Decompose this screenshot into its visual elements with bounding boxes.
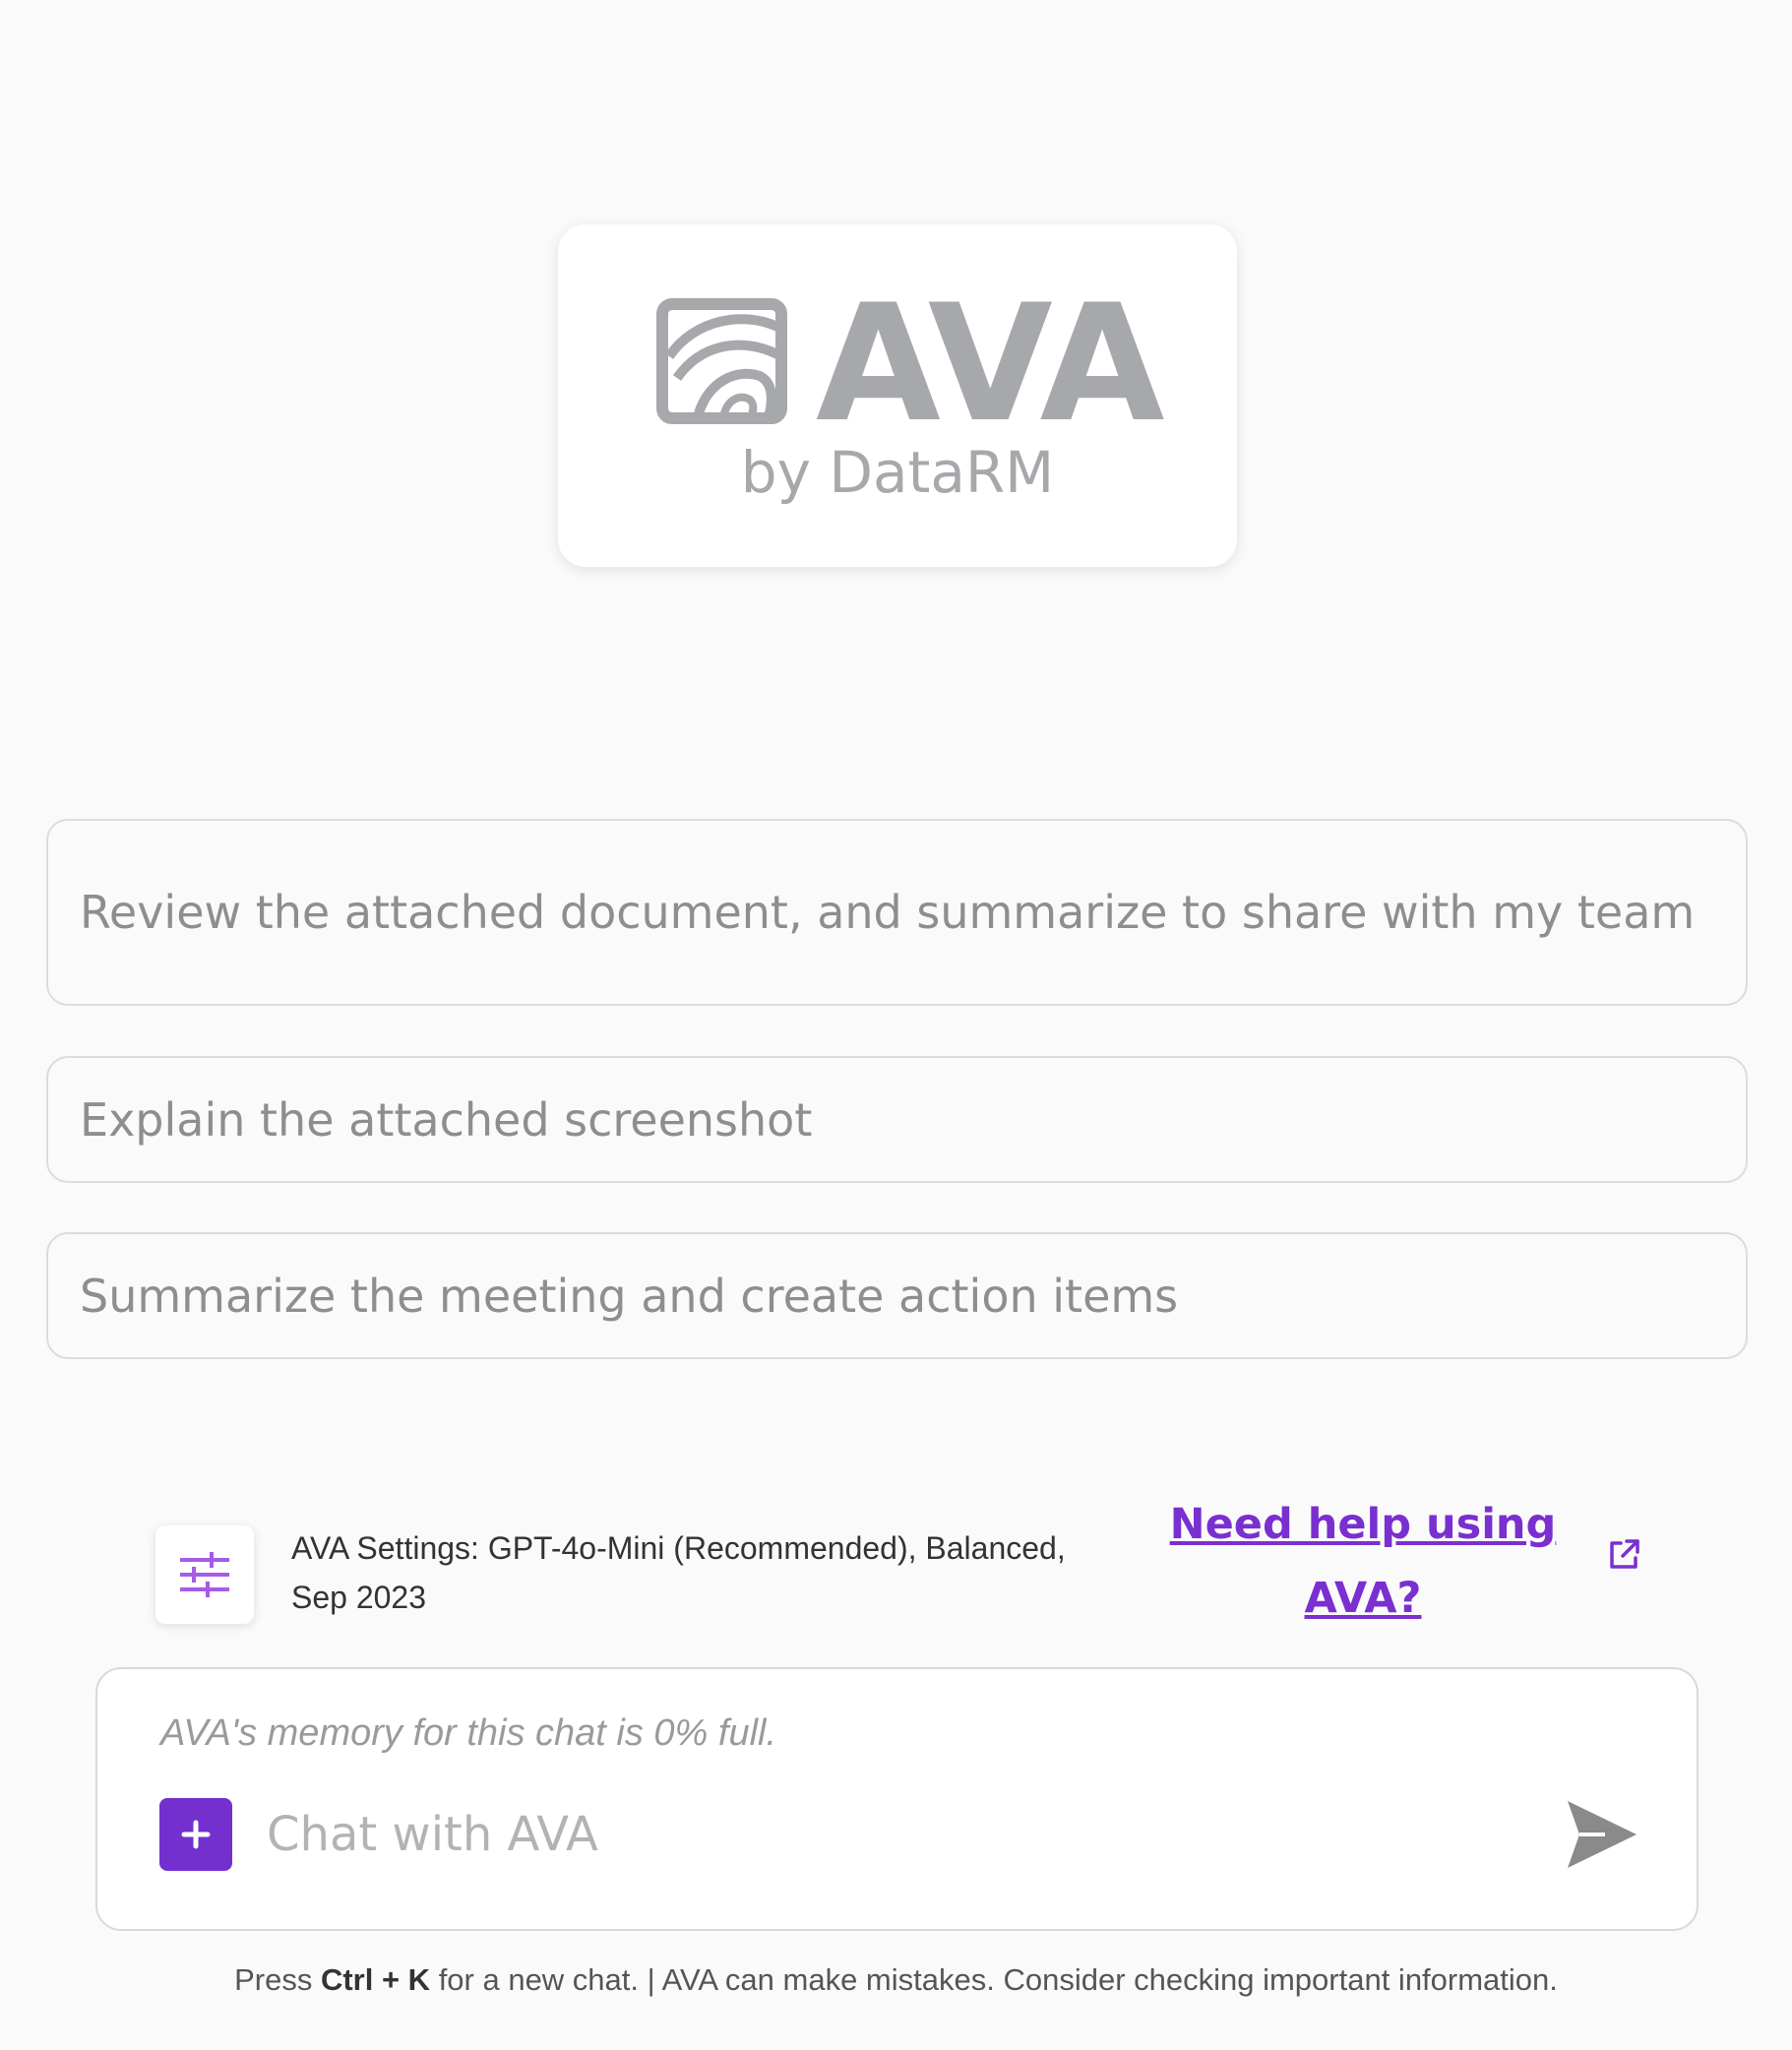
send-icon[interactable] <box>1562 1795 1640 1874</box>
footer-shortcut: Ctrl + K <box>320 1962 431 1997</box>
logo-wordmark: AVA <box>816 270 1165 458</box>
chat-input-box: AVA's memory for this chat is 0% full. <box>95 1667 1699 1931</box>
external-link-icon[interactable] <box>1606 1537 1641 1573</box>
logo-card: AVA by DataRM <box>558 224 1237 567</box>
help-link[interactable]: Need help using AVA? <box>1156 1488 1570 1636</box>
plus-icon <box>181 1820 211 1849</box>
memory-note: AVA's memory for this chat is 0% full. <box>160 1712 777 1754</box>
footer-rest: for a new chat. | AVA can make mistakes.… <box>438 1962 1558 1997</box>
footer-press: Press <box>234 1962 313 1997</box>
ava-swirl-logo-icon <box>656 298 787 424</box>
suggested-prompt-1[interactable]: Review the attached document, and summar… <box>46 819 1748 1006</box>
settings-button[interactable] <box>155 1525 254 1624</box>
suggested-prompt-3[interactable]: Summarize the meeting and create action … <box>46 1232 1748 1359</box>
ava-chat-page: AVA by DataRM Review the attached docume… <box>0 0 1792 2050</box>
chat-input[interactable] <box>267 1793 1507 1876</box>
logo-subtitle: by DataRM <box>740 439 1055 506</box>
add-attachment-button[interactable] <box>159 1798 232 1871</box>
footer-note: Press Ctrl + K for a new chat. | AVA can… <box>0 1962 1792 1998</box>
sliders-icon <box>180 1552 229 1597</box>
settings-summary: AVA Settings: GPT-4o-Mini (Recommended),… <box>291 1530 1066 1615</box>
suggested-prompt-2[interactable]: Explain the attached screenshot <box>46 1056 1748 1183</box>
